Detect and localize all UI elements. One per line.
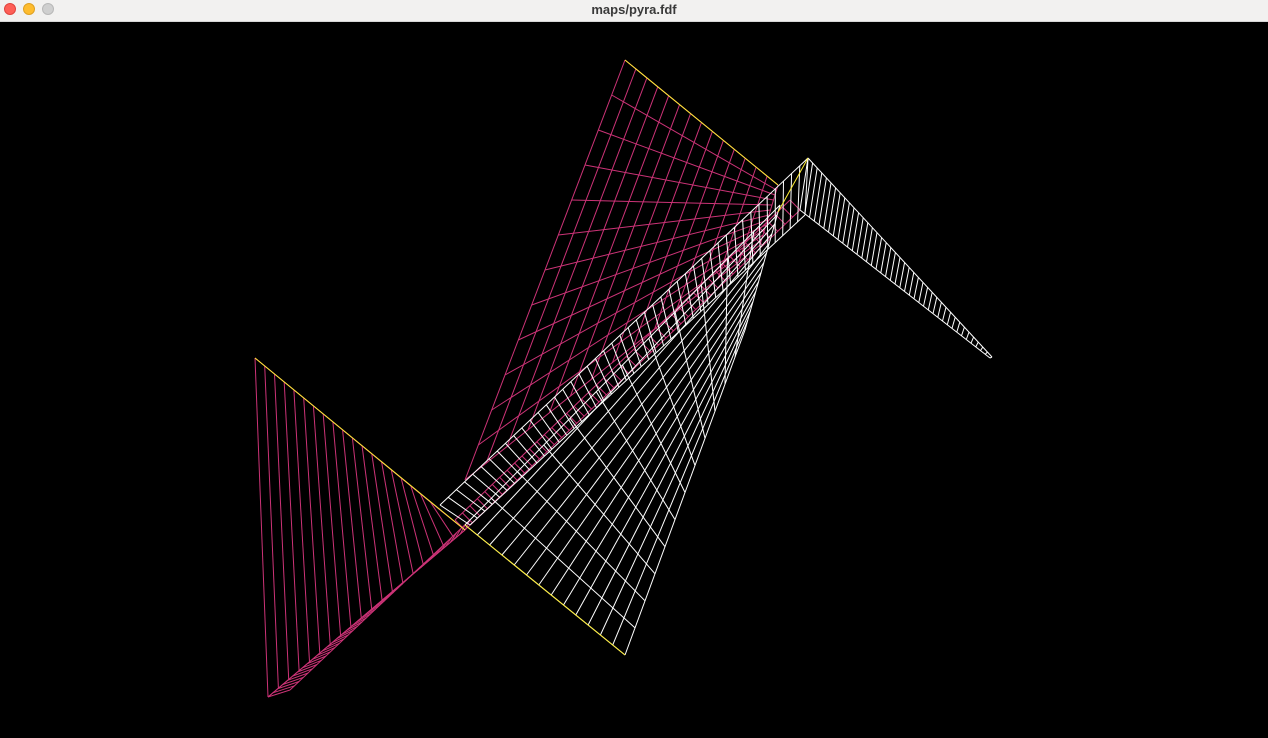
right-wing-strand (956, 322, 961, 333)
right-wing-strand (847, 207, 855, 248)
right-wing-rung (807, 157, 993, 358)
right-wing-strand (904, 267, 910, 292)
ridge-strip-strand (499, 476, 511, 488)
edge-lower-bottom (464, 524, 626, 656)
right-wing-strand (861, 222, 869, 259)
right-wing-strand (842, 202, 850, 244)
right-wing-strand (899, 262, 906, 288)
right-wing-strand (937, 302, 942, 318)
left-fan-strand (381, 461, 404, 583)
ridge-band-strand (456, 489, 486, 512)
upper-sheet-rung (598, 129, 776, 196)
right-wing-strand (885, 247, 892, 277)
right-wing-strand (975, 341, 979, 348)
right-wing-strand (889, 252, 896, 281)
upper-sheet-rung (584, 164, 774, 201)
left-fan-strand (342, 429, 362, 618)
right-wing-strand (927, 292, 933, 311)
left-fan-strand (420, 493, 445, 548)
wireframe-render (254, 59, 993, 698)
left-fan-strand (332, 421, 352, 627)
left-fan-strand (371, 453, 393, 592)
ridge-band-strand (464, 481, 493, 505)
left-fan-strand (410, 485, 435, 557)
left-fan-strand (429, 501, 456, 540)
ridge-band-strand (521, 427, 545, 457)
right-wing-strand (961, 326, 965, 336)
lower-strip-rung (267, 529, 466, 698)
ridge-band-strand (472, 473, 501, 498)
ridge-band-rung (439, 157, 809, 506)
ridge-strip-rung (454, 199, 791, 521)
left-fan-strand (312, 405, 331, 645)
lower-strip-strand (321, 642, 340, 652)
mesh-pink-faces (254, 59, 801, 698)
right-wing-strand (965, 331, 970, 340)
right-wing-strand (870, 232, 878, 266)
right-wing-strand (918, 282, 924, 303)
lower-sheet-rung (724, 258, 728, 385)
ridge-strip-strand (551, 427, 563, 438)
ridge-band-strand (447, 496, 478, 519)
render-canvas (0, 22, 1268, 738)
right-wing-strand (942, 307, 947, 322)
left-fan-strand (361, 445, 383, 601)
ridge-strip-strand (514, 462, 525, 474)
right-wing-strand (851, 212, 860, 251)
upper-sheet-rung (571, 199, 773, 206)
ridge-band-strand (480, 466, 508, 491)
right-wing-strand (866, 227, 873, 262)
right-wing-strand (908, 272, 915, 296)
lower-sheet-rung (595, 391, 676, 520)
ridge-band-strand (570, 381, 590, 416)
ridge-strip-strand (506, 469, 518, 481)
mesh-white-faces (439, 157, 993, 656)
ridge-strip-strand (521, 455, 533, 467)
ridge-band-strand (782, 181, 784, 236)
left-fan-strand (351, 437, 373, 610)
edge-upper-top (624, 59, 779, 186)
right-wing-strand (856, 217, 864, 255)
right-wing-strand (932, 297, 938, 314)
ridge-band-rung (469, 214, 806, 526)
lower-sheet-rung (622, 364, 686, 493)
right-wing-strand (980, 346, 984, 351)
right-wing-strand (837, 197, 846, 240)
ridge-band-strand (578, 373, 598, 409)
right-wing-strand (913, 277, 919, 299)
title-bar: maps/pyra.fdf (0, 0, 1268, 22)
lower-sheet-rung (569, 418, 666, 547)
right-wing-strand (970, 336, 975, 344)
right-wing-strand (951, 317, 956, 329)
right-wing-strand (923, 287, 929, 307)
right-wing-rung (799, 209, 991, 359)
fdf-window: maps/pyra.fdf (0, 0, 1268, 738)
right-wing-strand (946, 312, 952, 325)
right-wing-strand (894, 257, 901, 285)
window-title: maps/pyra.fdf (591, 2, 677, 17)
left-fan-strand (303, 397, 321, 654)
left-fan-strand (322, 413, 342, 636)
right-wing-strand (880, 242, 887, 273)
ridge-band-strand (766, 196, 769, 250)
right-wing-strand (875, 237, 883, 270)
ridge-band-strand (545, 404, 568, 436)
